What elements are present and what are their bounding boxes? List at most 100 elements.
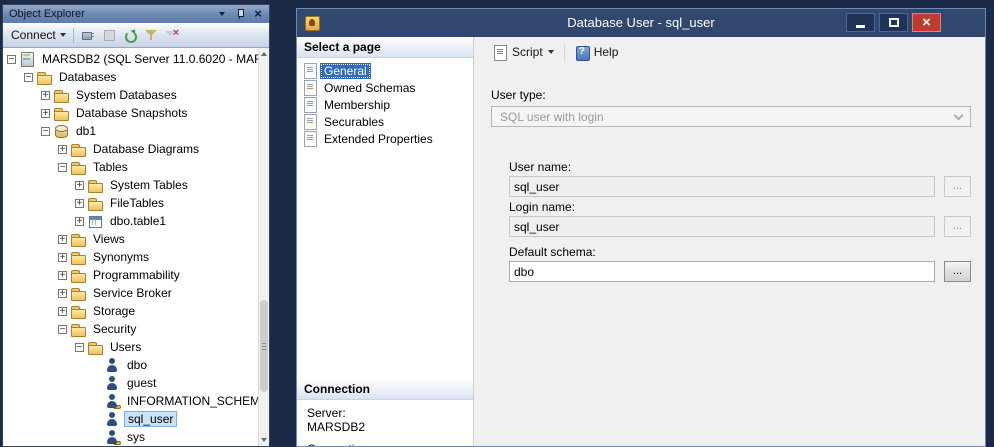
connect-button[interactable]: Connect <box>7 26 71 44</box>
refresh-button[interactable] <box>120 26 140 44</box>
tree-item-dbo[interactable]: dbo <box>3 356 258 374</box>
minimize-icon <box>856 25 865 28</box>
collapse-icon[interactable]: − <box>7 55 16 64</box>
object-explorer-tree-container: −MARSDB2 (SQL Server 11.0.6020 - MARSD−D… <box>3 48 269 446</box>
page-item-extended-properties[interactable]: Extended Properties <box>299 130 471 147</box>
disconnect-button[interactable] <box>78 26 98 44</box>
arrow-down-icon <box>261 438 267 442</box>
dialog-titlebar[interactable]: Database User - sql_user <box>297 9 985 37</box>
tree-item-label: guest <box>124 375 159 391</box>
tree-item-databases[interactable]: −Databases <box>3 68 258 86</box>
page-icon <box>303 114 317 129</box>
tree-item-service-broker[interactable]: + Service Broker <box>3 284 258 302</box>
tree-item-guest[interactable]: guest <box>3 374 258 392</box>
tree-item-label: Users <box>107 339 144 355</box>
tree-item-label: dbo <box>124 357 150 373</box>
tree-item-sys[interactable]: sys <box>3 428 258 446</box>
page-item-securables[interactable]: Securables <box>299 113 471 130</box>
scroll-up-button[interactable] <box>259 48 269 60</box>
stop-button[interactable] <box>99 26 119 44</box>
clear-filter-button[interactable] <box>162 26 182 44</box>
tree-item-database-snapshots[interactable]: +Database Snapshots <box>3 104 258 122</box>
object-explorer-panel: Object Explorer Connect −MARSDB2 (SQL Se… <box>2 4 270 447</box>
tree-item-database-diagrams[interactable]: +Database Diagrams <box>3 140 258 158</box>
page-item-label: Securables <box>320 114 388 130</box>
tree-item-security[interactable]: −Security <box>3 320 258 338</box>
help-button[interactable]: Help <box>569 42 625 63</box>
expand-icon[interactable]: + <box>75 199 84 208</box>
tree-item-label: dbo.table1 <box>107 213 169 229</box>
tree-item-storage[interactable]: +Storage <box>3 302 258 320</box>
expand-icon[interactable]: + <box>58 235 67 244</box>
page-item-owned-schemas[interactable]: Owned Schemas <box>299 79 471 96</box>
connection-header: Connection <box>297 379 473 400</box>
tree-item-sql-user[interactable]: sql_user <box>3 410 258 428</box>
chevron-down-icon <box>60 33 66 37</box>
object-explorer-titlebar[interactable]: Object Explorer <box>3 5 269 23</box>
general-page-form: User type: SQL user with login User name… <box>475 67 985 282</box>
scrollbar-thumb[interactable] <box>260 300 268 392</box>
expand-icon[interactable]: + <box>75 217 84 226</box>
close-icon <box>922 15 931 30</box>
pin-button[interactable] <box>232 7 248 21</box>
folder-icon <box>70 321 86 337</box>
tree-item-label: sys <box>124 429 148 445</box>
expand-icon[interactable]: + <box>41 109 50 118</box>
tree-item-views[interactable]: + Views <box>3 230 258 248</box>
page-item-general[interactable]: General <box>299 62 471 79</box>
default-schema-input[interactable] <box>509 261 935 282</box>
toolbar-separator <box>564 44 565 61</box>
collapse-icon[interactable]: − <box>58 325 67 334</box>
tree-item-label: Views <box>90 231 128 247</box>
expand-icon[interactable]: + <box>58 145 67 154</box>
collapse-icon[interactable]: − <box>24 73 33 82</box>
database-user-dialog: Database User - sql_user Select a page G… <box>296 8 986 447</box>
default-schema-label: Default schema: <box>509 246 971 259</box>
expand-icon[interactable]: + <box>58 271 67 280</box>
tree-item-marsdb2-sql-server-11-0-6020-marsd[interactable]: − MARSDB2 (SQL Server 11.0.6020 - MARSD <box>3 50 258 68</box>
tree-item-users[interactable]: − Users <box>3 338 258 356</box>
expand-icon[interactable]: + <box>58 307 67 316</box>
collapse-icon[interactable]: − <box>75 343 84 352</box>
tree-item-tables[interactable]: −Tables <box>3 158 258 176</box>
expand-icon[interactable]: + <box>75 181 84 190</box>
user-type-value: SQL user with login <box>500 110 604 124</box>
connection-section: Connection Server: MARSDB2 Connection: <box>297 379 473 446</box>
tree-item-dbo-table1[interactable]: + dbo.table1 <box>3 212 258 230</box>
expand-icon[interactable]: + <box>58 289 67 298</box>
maximize-button[interactable] <box>879 13 908 32</box>
script-button[interactable]: Script <box>487 42 560 63</box>
chevron-down-icon <box>548 50 554 54</box>
tree-item-synonyms[interactable]: + Synonyms <box>3 248 258 266</box>
minimize-button[interactable] <box>846 13 875 32</box>
tree-item-programmability[interactable]: +Programmability <box>3 266 258 284</box>
expand-icon[interactable]: + <box>58 253 67 262</box>
page-item-membership[interactable]: Membership <box>299 96 471 113</box>
tree-item-db1[interactable]: −db1 <box>3 122 258 140</box>
window-position-button[interactable] <box>214 7 230 21</box>
filter-button[interactable] <box>141 26 161 44</box>
close-button[interactable] <box>912 13 941 32</box>
user-icon <box>104 357 120 373</box>
tree-item-filetables[interactable]: +FileTables <box>3 194 258 212</box>
login-name-input <box>509 216 935 237</box>
close-button[interactable] <box>250 7 266 21</box>
scroll-down-button[interactable] <box>259 434 269 446</box>
tree-item-system-tables[interactable]: +System Tables <box>3 176 258 194</box>
page-icon <box>303 97 317 112</box>
collapse-icon[interactable]: − <box>41 127 50 136</box>
tree-item-label: Synonyms <box>90 249 152 265</box>
tree-item-label: sql_user <box>124 411 177 427</box>
vertical-scrollbar[interactable] <box>258 48 269 446</box>
tree-item-system-databases[interactable]: +System Databases <box>3 86 258 104</box>
collapse-icon[interactable]: − <box>58 163 67 172</box>
tree-item-label: Service Broker <box>90 285 175 301</box>
default-schema-browse-button[interactable]: ... <box>944 261 971 282</box>
user-type-select: SQL user with login <box>491 106 971 127</box>
tree-item-information-schem[interactable]: INFORMATION_SCHEM <box>3 392 258 410</box>
object-explorer-toolbar: Connect <box>3 23 269 48</box>
folder-icon <box>70 141 86 157</box>
connection-details: Server: MARSDB2 Connection: <box>297 400 473 446</box>
tree-item-label: MARSDB2 (SQL Server 11.0.6020 - MARSD <box>39 51 258 67</box>
expand-icon[interactable]: + <box>41 91 50 100</box>
